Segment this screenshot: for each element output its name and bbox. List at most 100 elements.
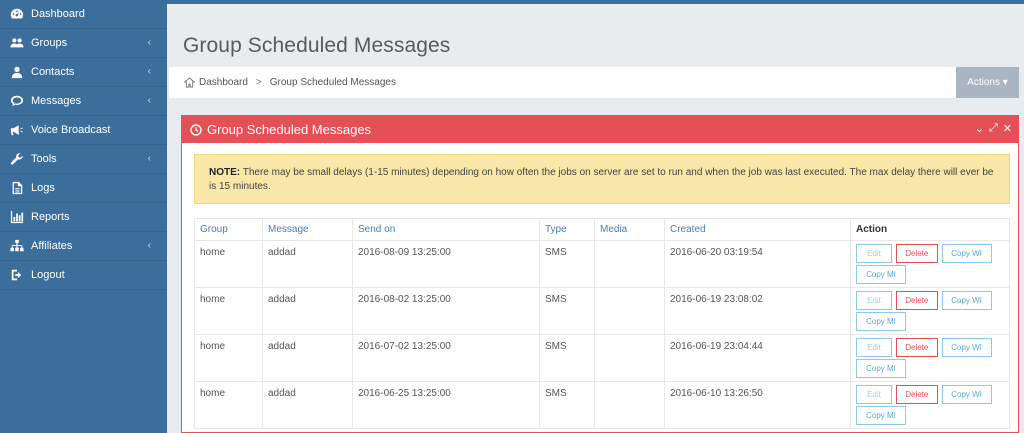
table-row: home addad 2016-07-02 13:25:00 SMS 2016-…: [194, 334, 1010, 382]
page-title: Group Scheduled Messages: [183, 34, 451, 57]
sidebar-item-label: Reports: [31, 211, 70, 223]
cell-actions: Edit Delete Copy WI Copy MI: [850, 240, 1010, 288]
table-row: home addad 2016-08-09 13:25:00 SMS 2016-…: [194, 240, 1010, 288]
cell-media: [594, 240, 665, 288]
edit-button[interactable]: Edit: [856, 338, 892, 357]
cell-send-on: 2016-07-02 13:25:00: [352, 334, 540, 382]
expand-icon[interactable]: ⤢: [989, 122, 998, 135]
sidebar-item-groups[interactable]: Groups ‹: [0, 29, 167, 58]
delay-note: NOTE: There may be small delays (1-15 mi…: [194, 154, 1010, 204]
sidebar-item-label: Tools: [31, 153, 57, 165]
breadcrumb-bar: Dashboard > Group Scheduled Messages Act…: [169, 67, 1019, 98]
cell-group: home: [194, 240, 263, 288]
breadcrumb-separator: >: [255, 77, 262, 88]
cell-type: SMS: [539, 287, 595, 335]
delete-button[interactable]: Delete: [895, 244, 938, 263]
sidebar-item-dashboard[interactable]: Dashboard: [0, 0, 167, 29]
messages-table: Group Message Send on Type Media Created…: [194, 218, 1010, 429]
chat-bubble-icon: [9, 93, 25, 109]
column-header-created[interactable]: Created: [664, 218, 851, 241]
copy-wl-button[interactable]: Copy WI: [941, 244, 992, 263]
cell-actions: Edit Delete Copy WI Copy MI: [850, 334, 1010, 382]
chevron-left-icon: ‹: [147, 240, 151, 251]
sign-out-icon: [9, 267, 25, 283]
cell-group: home: [194, 334, 263, 382]
sidebar-item-affiliates[interactable]: Affiliates ‹: [0, 232, 167, 261]
file-icon: [9, 180, 25, 196]
top-strip: [167, 0, 1024, 4]
table-header-row: Group Message Send on Type Media Created…: [194, 218, 1010, 241]
sitemap-icon: [9, 238, 25, 254]
close-icon[interactable]: ✕: [1003, 122, 1012, 135]
cell-created: 2016-06-20 03:19:54: [664, 240, 851, 288]
user-icon: [9, 64, 25, 80]
cell-send-on: 2016-06-25 13:25:00: [352, 381, 540, 429]
column-header-group[interactable]: Group: [194, 218, 263, 241]
sidebar-item-label: Logs: [31, 182, 55, 194]
cell-actions: Edit Delete Copy WI Copy MI: [850, 381, 1010, 429]
copy-wl-button[interactable]: Copy WI: [941, 338, 992, 357]
sidebar-item-label: Voice Broadcast: [31, 124, 111, 136]
table-row: home addad 2016-08-02 13:25:00 SMS 2016-…: [194, 287, 1010, 335]
scheduled-messages-panel: Group Scheduled Messages ⌄ ⤢ ✕ NOTE: The…: [181, 115, 1019, 433]
copy-ml-button[interactable]: Copy MI: [856, 406, 906, 425]
cell-group: home: [194, 287, 263, 335]
cell-type: SMS: [539, 240, 595, 288]
panel-title: Group Scheduled Messages: [207, 122, 372, 137]
wrench-icon: [9, 151, 25, 167]
collapse-icon[interactable]: ⌄: [975, 122, 984, 135]
cell-group: home: [194, 381, 263, 429]
cell-message: addad: [262, 287, 353, 335]
copy-ml-button[interactable]: Copy MI: [856, 359, 906, 378]
cell-created: 2016-06-10 13:26:50: [664, 381, 851, 429]
cell-message: addad: [262, 240, 353, 288]
delete-button[interactable]: Delete: [895, 291, 938, 310]
column-header-type[interactable]: Type: [539, 218, 595, 241]
dashboard-icon: [9, 6, 25, 22]
delete-button[interactable]: Delete: [895, 338, 938, 357]
note-text: There may be small delays (1-15 minutes)…: [209, 167, 994, 192]
panel-header: Group Scheduled Messages ⌄ ⤢ ✕: [182, 116, 1018, 143]
users-icon: [9, 35, 25, 51]
copy-ml-button[interactable]: Copy MI: [856, 265, 906, 284]
column-header-message[interactable]: Message: [262, 218, 353, 241]
sidebar-item-label: Affiliates: [31, 240, 73, 252]
column-header-media[interactable]: Media: [594, 218, 665, 241]
cell-media: [594, 287, 665, 335]
copy-wl-button[interactable]: Copy WI: [941, 291, 992, 310]
sidebar-item-messages[interactable]: Messages ‹: [0, 87, 167, 116]
sidebar-item-contacts[interactable]: Contacts ‹: [0, 58, 167, 87]
chevron-left-icon: ‹: [147, 153, 151, 164]
delete-button[interactable]: Delete: [895, 385, 938, 404]
chevron-left-icon: ‹: [147, 95, 151, 106]
cell-send-on: 2016-08-02 13:25:00: [352, 287, 540, 335]
sidebar-item-label: Messages: [31, 95, 82, 107]
cell-message: addad: [262, 334, 353, 382]
sidebar: Dashboard Groups ‹ Contacts ‹ Messages ‹…: [0, 0, 167, 433]
sidebar-item-voice-broadcast[interactable]: Voice Broadcast: [0, 116, 167, 145]
copy-ml-button[interactable]: Copy MI: [856, 312, 906, 331]
megaphone-icon: [9, 122, 25, 138]
edit-button[interactable]: Edit: [856, 291, 892, 310]
table-row: home addad 2016-06-25 13:25:00 SMS 2016-…: [194, 381, 1010, 429]
cell-media: [594, 334, 665, 382]
column-header-send-on[interactable]: Send on: [352, 218, 540, 241]
sidebar-item-tools[interactable]: Tools ‹: [0, 145, 167, 174]
sidebar-item-logs[interactable]: Logs: [0, 174, 167, 203]
sidebar-item-reports[interactable]: Reports: [0, 203, 167, 232]
sidebar-item-label: Contacts: [31, 66, 75, 78]
actions-dropdown-button[interactable]: Actions ▾: [956, 67, 1019, 98]
edit-button[interactable]: Edit: [856, 385, 892, 404]
clock-icon: [190, 123, 202, 136]
sidebar-item-label: Dashboard: [31, 8, 85, 20]
cell-send-on: 2016-08-09 13:25:00: [352, 240, 540, 288]
cell-created: 2016-06-19 23:04:44: [664, 334, 851, 382]
copy-wl-button[interactable]: Copy WI: [941, 385, 992, 404]
column-header-action: Action: [850, 218, 1010, 241]
chevron-left-icon: ‹: [147, 37, 151, 48]
sidebar-item-logout[interactable]: Logout: [0, 261, 167, 290]
edit-button[interactable]: Edit: [856, 244, 892, 263]
sidebar-item-label: Groups: [31, 37, 68, 49]
cell-media: [594, 381, 665, 429]
breadcrumb-home-link[interactable]: Dashboard: [199, 77, 248, 88]
